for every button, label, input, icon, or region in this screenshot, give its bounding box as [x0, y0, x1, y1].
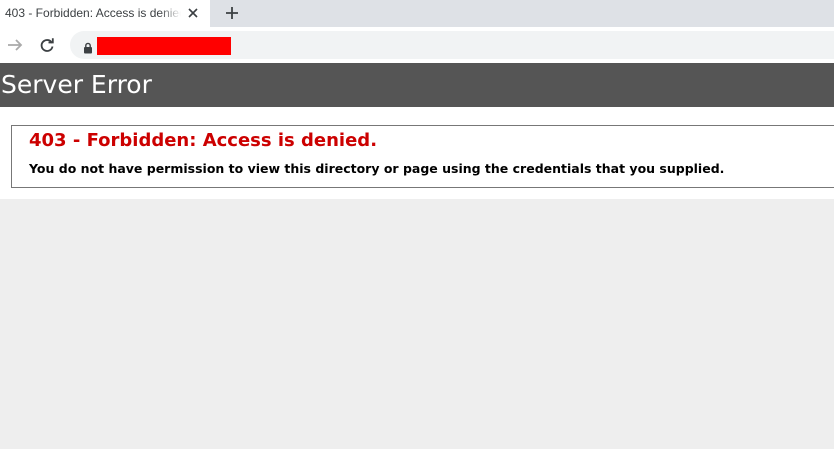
browser-toolbar — [0, 27, 834, 63]
forward-arrow-icon[interactable] — [6, 36, 24, 54]
content-area: 403 - Forbidden: Access is denied. You d… — [0, 107, 834, 199]
error-message: You do not have permission to view this … — [29, 161, 725, 176]
tab-strip: 403 - Forbidden: Access is denied. — [0, 0, 834, 27]
new-tab-plus-icon[interactable] — [222, 3, 242, 23]
close-icon[interactable] — [185, 5, 201, 21]
error-box: 403 - Forbidden: Access is denied. You d… — [11, 125, 834, 188]
page-viewport: Server Error 403 - Forbidden: Access is … — [0, 63, 834, 449]
page-title: Server Error — [1, 70, 152, 99]
url-text-redacted[interactable] — [97, 37, 231, 55]
server-error-header: Server Error — [0, 63, 834, 107]
address-bar[interactable] — [70, 31, 834, 59]
reload-icon[interactable] — [37, 35, 57, 55]
error-title: 403 - Forbidden: Access is denied. — [29, 130, 378, 151]
tab-active[interactable]: 403 - Forbidden: Access is denied. — [0, 0, 210, 27]
tab-title: 403 - Forbidden: Access is denied. — [5, 6, 181, 20]
lock-icon[interactable] — [82, 39, 94, 54]
